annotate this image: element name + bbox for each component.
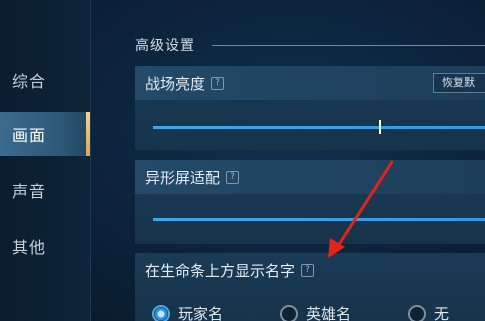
annotation-arrow-icon <box>328 160 394 258</box>
